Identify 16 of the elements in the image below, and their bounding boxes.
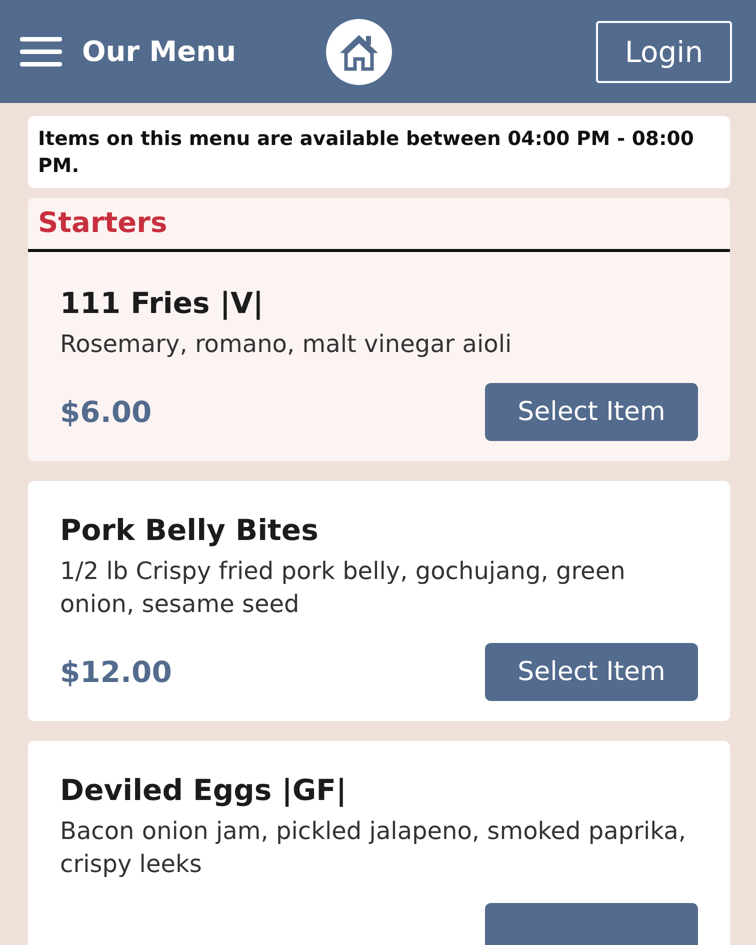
item-description: 1/2 lb Crispy fried pork belly, gochujang, green onion, sesame seed bbox=[60, 556, 626, 620]
item-name: Pork Belly Bites bbox=[60, 513, 320, 547]
item-price: $12.00 bbox=[60, 655, 172, 689]
availability-text: Items on this menu are available between 04:00 PM - 08:00 PM. bbox=[38, 127, 694, 177]
item-description: Rosemary, romano, malt vinegar aioli bbox=[60, 329, 513, 360]
item-name: 111 Fries |V| bbox=[60, 286, 264, 320]
item-price: $6.00 bbox=[60, 395, 152, 429]
section-title: Starters bbox=[38, 206, 168, 239]
home-icon[interactable] bbox=[326, 18, 392, 84]
page-title: Our Menu bbox=[82, 35, 236, 68]
item-name: Deviled Eggs |GF| bbox=[60, 773, 348, 807]
select-item-button[interactable]: Select Item bbox=[485, 383, 698, 441]
item-description: Bacon onion jam, pickled jalapeno, smoked paprika, crispy leeks bbox=[60, 816, 687, 880]
menu-icon[interactable] bbox=[20, 36, 62, 68]
select-item-button[interactable]: Select Item bbox=[485, 643, 698, 701]
login-button[interactable]: Login bbox=[596, 20, 732, 82]
